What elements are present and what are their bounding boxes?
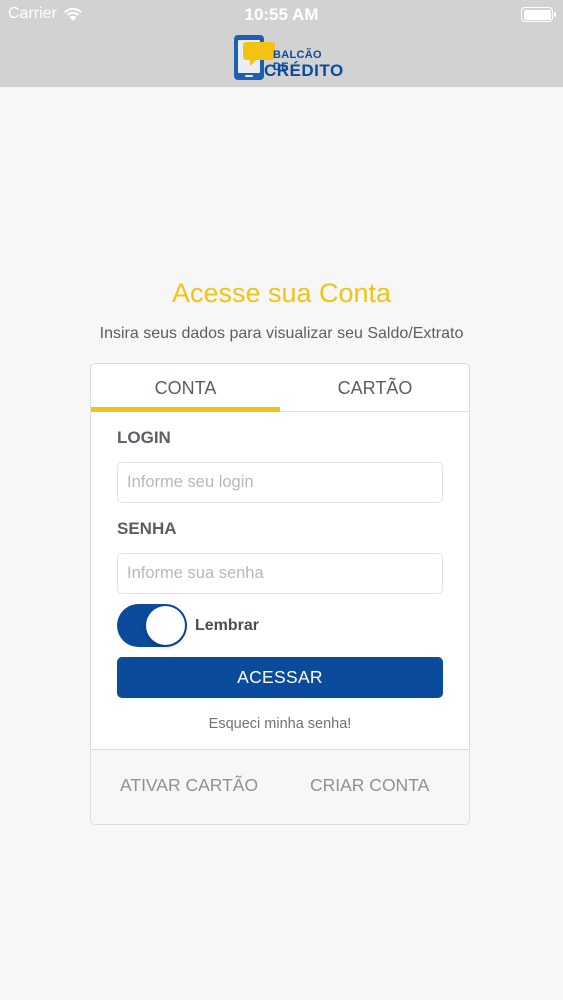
login-card: CONTA CARTÃO LOGIN SENHA Lembrar ACESSAR… — [90, 363, 470, 825]
password-label: SENHA — [117, 519, 177, 538]
login-input[interactable] — [117, 462, 443, 503]
create-account-link[interactable]: CRIAR CONTA — [310, 775, 429, 796]
activate-card-link[interactable]: ATIVAR CARTÃO — [120, 775, 258, 796]
tab-cartao[interactable]: CARTÃO — [280, 364, 469, 412]
remember-toggle[interactable] — [117, 604, 187, 647]
battery-icon — [521, 7, 556, 22]
app-logo: BALCÃO DE CRÉDITO — [232, 34, 343, 82]
status-time: 10:55 AM — [244, 5, 319, 24]
page-title: Acesse sua Conta — [171, 278, 392, 308]
app-header: BALCÃO DE CRÉDITO — [0, 30, 563, 87]
forgot-password-link[interactable]: Esqueci minha senha! — [91, 716, 469, 732]
page-subtitle: Insira seus dados para visualizar seu Sa… — [99, 325, 464, 342]
login-button[interactable]: ACESSAR — [117, 657, 443, 698]
password-input[interactable] — [117, 553, 443, 594]
toggle-knob — [146, 606, 185, 645]
status-bar: Carrier 10:55 AM — [0, 0, 563, 30]
active-tab-indicator — [91, 407, 280, 412]
card-footer: ATIVAR CARTÃO CRIAR CONTA — [91, 749, 469, 824]
tab-bar: CONTA CARTÃO — [91, 364, 469, 412]
login-label: LOGIN — [117, 428, 171, 447]
logo-text-bottom: CRÉDITO — [264, 61, 344, 80]
tab-conta[interactable]: CONTA — [91, 364, 280, 412]
remember-label: Lembrar — [195, 617, 260, 634]
